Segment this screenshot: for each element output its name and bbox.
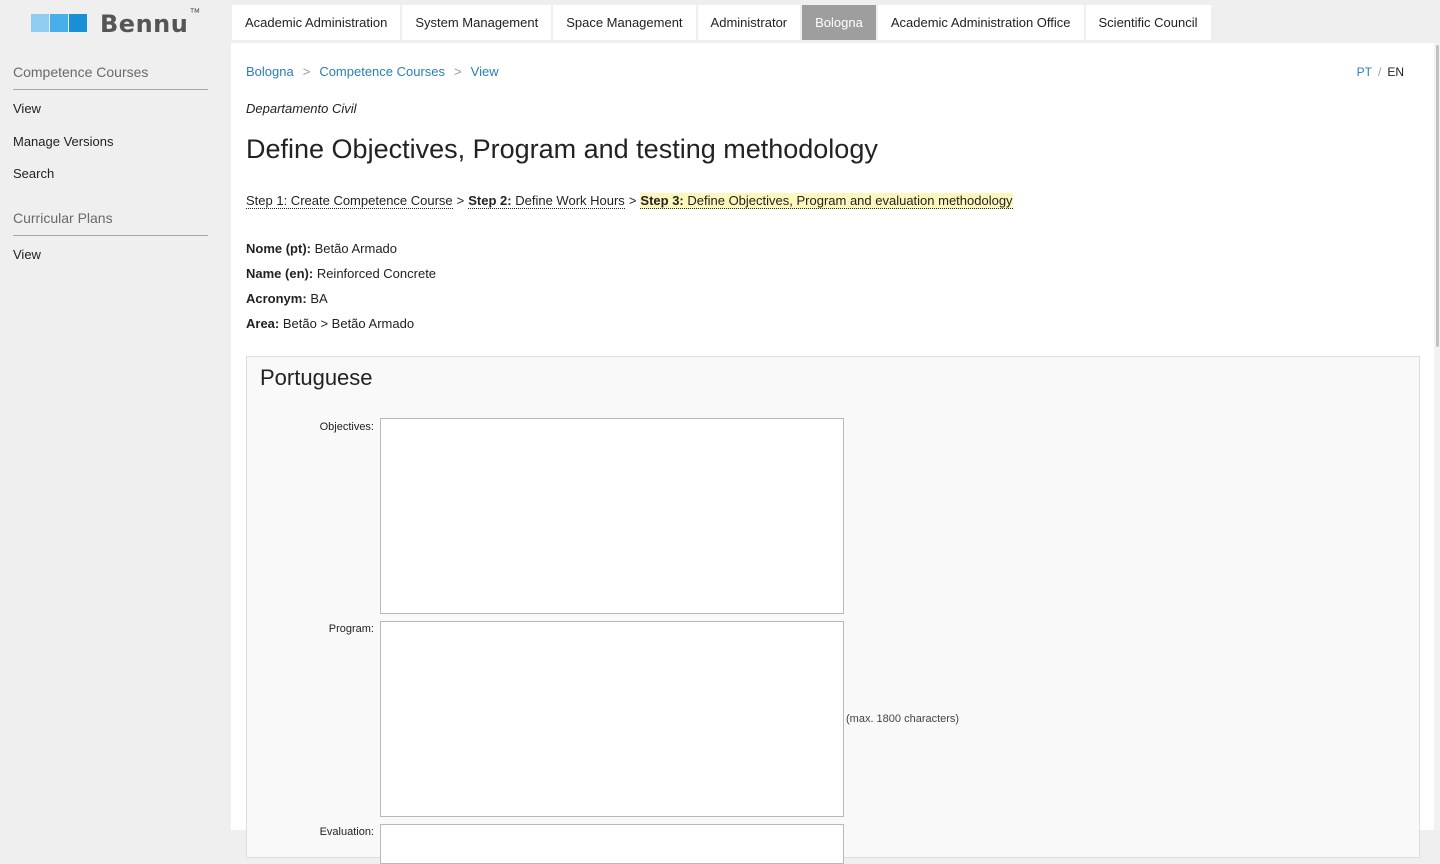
- step-2-text: Define Work Hours: [515, 193, 625, 208]
- step-3-label: Step 3:: [640, 193, 684, 208]
- step-arrow: >: [628, 193, 637, 208]
- breadcrumb-bologna[interactable]: Bologna: [246, 64, 294, 79]
- breadcrumb-separator: >: [302, 64, 311, 79]
- course-area: Area: Betão > Betão Armado: [246, 316, 414, 331]
- breadcrumb-view[interactable]: View: [471, 64, 499, 79]
- logo-text: Bennu: [100, 10, 189, 38]
- evaluation-textarea[interactable]: [380, 824, 844, 864]
- step-3-current[interactable]: Step 3: Define Objectives, Program and e…: [640, 193, 1013, 209]
- objectives-label: Objectives:: [319, 421, 374, 433]
- tab-administrator[interactable]: Administrator: [697, 5, 801, 40]
- acronym-value: BA: [310, 291, 328, 306]
- course-acronym: Acronym: BA: [246, 291, 328, 306]
- tab-bologna[interactable]: Bologna: [802, 5, 876, 40]
- scrollbar-thumb[interactable]: [1436, 45, 1439, 347]
- main-content: Bologna > Competence Courses > View PT / EN De…: [231, 43, 1434, 864]
- step-2-link[interactable]: Step 2: Define Work Hours: [468, 193, 625, 209]
- language-pt-link[interactable]: PT: [1357, 65, 1372, 79]
- language-switcher: PT / EN: [1357, 65, 1404, 79]
- logo-square-icon: [31, 14, 49, 32]
- language-separator: /: [1377, 65, 1382, 79]
- sidebar-item-search[interactable]: Search: [13, 166, 54, 181]
- evaluation-label: Evaluation:: [319, 826, 374, 838]
- step-1-link[interactable]: Step 1: Create Competence Course: [246, 193, 453, 209]
- sidebar-section-title: Curricular Plans: [13, 210, 208, 236]
- breadcrumb: Bologna > Competence Courses > View: [246, 64, 499, 79]
- portuguese-fieldset: Portuguese Objectives: Program: (max. 18…: [246, 356, 1420, 864]
- course-name-en: Name (en): Reinforced Concrete: [246, 266, 436, 281]
- breadcrumb-separator: >: [454, 64, 462, 79]
- portuguese-section-title: Portuguese: [260, 365, 373, 390]
- name-pt-value: Betão Armado: [314, 241, 398, 256]
- tab-system-management[interactable]: System Management: [402, 5, 552, 40]
- sidebar-section-competence-courses: Competence Courses: [13, 64, 208, 90]
- tab-space-management[interactable]: Space Management: [553, 5, 696, 40]
- area-label: Area:: [246, 316, 280, 331]
- department-name: Departamento Civil: [246, 101, 357, 116]
- name-pt-label: Nome (pt):: [246, 241, 311, 256]
- program-max-hint: (max. 1800 characters): [846, 713, 960, 725]
- top-navigation: Academic Administration System Managemen…: [232, 5, 1213, 41]
- program-label: Program:: [328, 623, 374, 635]
- sidebar: Bennu ™ Competence Courses View Manage V…: [0, 0, 231, 830]
- name-en-label: Name (en):: [246, 266, 314, 281]
- language-en-current: EN: [1387, 65, 1404, 79]
- program-textarea[interactable]: [380, 621, 844, 817]
- logo-trademark: ™: [189, 7, 201, 19]
- step-3-text: Define Objectives, Program and evaluatio…: [687, 193, 1013, 208]
- name-en-value: Reinforced Concrete: [316, 266, 437, 281]
- objectives-textarea[interactable]: [380, 418, 844, 614]
- area-value: Betão > Betão Armado: [282, 316, 415, 331]
- sidebar-item-manage-versions[interactable]: Manage Versions: [13, 134, 113, 149]
- step-2-label: Step 2:: [468, 193, 512, 208]
- step-arrow: >: [456, 193, 465, 208]
- logo-square-icon: [69, 14, 87, 32]
- course-name-pt: Nome (pt): Betão Armado: [246, 241, 397, 256]
- tab-scientific-council[interactable]: Scientific Council: [1085, 5, 1211, 40]
- sidebar-section-title: Competence Courses: [13, 64, 208, 90]
- logo-square-icon: [50, 14, 68, 32]
- bennu-logo[interactable]: Bennu ™: [31, 7, 201, 38]
- tab-academic-administration[interactable]: Academic Administration: [232, 5, 401, 40]
- breadcrumb-competence-courses[interactable]: Competence Courses: [319, 64, 445, 79]
- page-title: Define Objectives, Program and testing m…: [246, 134, 878, 164]
- tab-academic-administration-office[interactable]: Academic Administration Office: [877, 5, 1084, 40]
- sidebar-section-curricular-plans: Curricular Plans: [13, 210, 208, 236]
- acronym-label: Acronym:: [246, 291, 307, 306]
- wizard-steps: Step 1: Create Competence Course > Step 2:…: [246, 193, 1013, 209]
- sidebar-item-curricular-view[interactable]: View: [13, 247, 41, 262]
- sidebar-item-view[interactable]: View: [13, 101, 41, 116]
